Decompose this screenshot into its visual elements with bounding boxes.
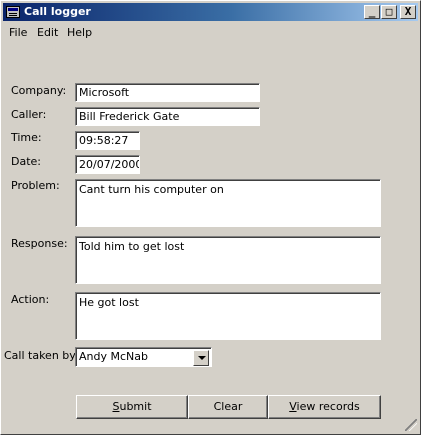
call-taken-by-value: Andy McNab [79,350,148,363]
close-button[interactable]: X [400,5,416,19]
response-textarea[interactable]: Told him to get lost [75,236,381,284]
action-label: Action: [11,293,50,306]
company-label: Company: [11,84,67,97]
view-records-label: iew records [296,400,360,413]
clear-button[interactable]: Clear [188,395,268,419]
menu-edit[interactable]: Edit [37,26,58,39]
menu-help[interactable]: Help [67,26,92,39]
time-input[interactable]: 09:58:27 [75,131,140,150]
problem-label: Problem: [11,179,60,192]
view-records-accelerator: V [289,400,297,413]
time-label: Time: [11,131,42,144]
app-icon[interactable] [6,6,20,18]
resize-grip[interactable] [405,419,417,431]
minimize-button[interactable]: _ [364,5,380,19]
submit-label: ubmit [119,400,152,413]
title-bar[interactable]: Call logger _ □ X [3,3,418,21]
action-textarea[interactable]: He got lost [75,292,381,340]
view-records-button[interactable]: View records [268,395,381,419]
menu-file[interactable]: File [9,26,27,39]
caller-input[interactable]: Bill Frederick Gate [75,107,260,126]
menu-bar: File Edit Help [3,23,418,41]
problem-textarea[interactable]: Cant turn his computer on [75,179,381,227]
response-label: Response: [11,237,68,250]
company-input[interactable]: Microsoft [75,83,260,102]
call-taken-by-label: Call taken by: [4,349,79,362]
call-logger-window: Call logger _ □ X File Edit Help Company… [0,0,421,435]
chevron-down-icon[interactable] [193,350,209,366]
date-input[interactable]: 20/07/2000 [75,155,140,174]
call-taken-by-select[interactable]: Andy McNab [75,347,212,367]
caller-label: Caller: [11,108,47,121]
submit-button[interactable]: Submit [76,395,188,419]
window-title: Call logger [24,5,91,18]
date-label: Date: [11,155,41,168]
maximize-button[interactable]: □ [381,5,397,19]
